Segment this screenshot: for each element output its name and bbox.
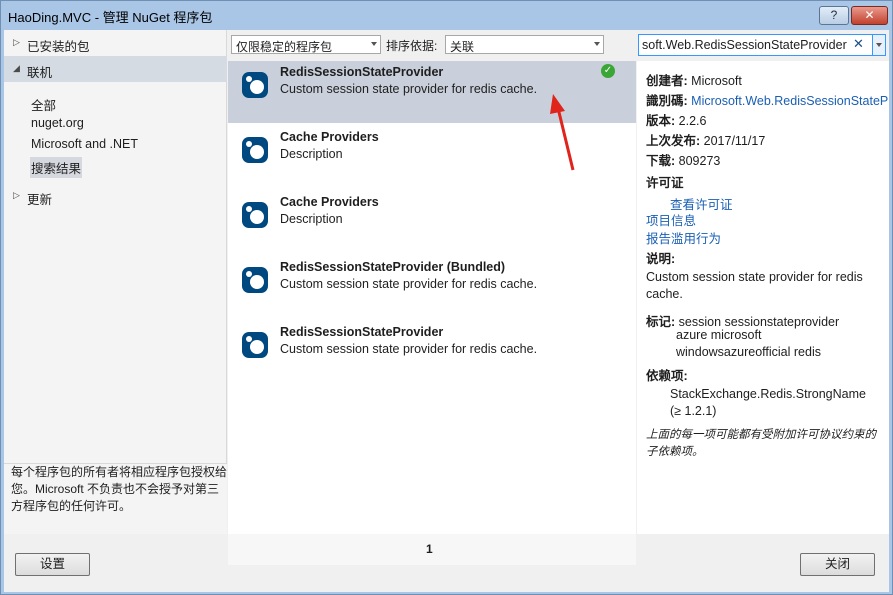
tags-line: windowsazureofficial redis [676, 345, 821, 359]
section-heading: 说明: [646, 252, 676, 266]
package-name: Cache Providers [280, 195, 379, 209]
tags-line: session sessionstateprovider [678, 315, 840, 329]
detail-label: 識別碼: [646, 94, 688, 108]
section-heading: 依赖项: [646, 369, 688, 383]
collapse-arrow-icon[interactable]: ◢ [13, 63, 20, 74]
page-number[interactable]: 1 [426, 542, 433, 556]
package-description: Custom session state provider for redis … [280, 277, 538, 291]
sidebar-item-microsoft-dotnet[interactable]: Microsoft and .NET [30, 136, 139, 152]
package-description: Description [280, 212, 343, 226]
window-title: HaoDing.MVC - 管理 NuGet 程序包 [8, 10, 213, 25]
sidebar-item-online[interactable]: ◢ 联机 [4, 56, 227, 82]
sidebar: ▷ 已安装的包 ◢ 联机 全部 nuget.org Microsoft and … [4, 30, 227, 534]
tags-line: azure microsoft [676, 328, 762, 342]
detail-label: 标记: [646, 315, 676, 329]
package-icon [242, 202, 268, 228]
detail-published: 上次发布: 2017/11/17 [646, 130, 765, 149]
dependencies-heading: 依赖项: [646, 365, 688, 384]
expand-arrow-icon[interactable]: ▷ [13, 190, 20, 201]
dropdown-arrow-icon [371, 42, 377, 46]
project-info-link[interactable]: 项目信息 [646, 210, 696, 229]
sidebar-item-all[interactable]: 全部 [30, 94, 57, 115]
detail-author: 创建者: Microsoft [646, 70, 742, 89]
package-row[interactable]: Cache Providers Description [228, 126, 636, 188]
dependency-footnote: 上面的每一项可能都有受附加许可协议约束的子依赖项。 [646, 429, 876, 458]
detail-label: 创建者: [646, 74, 688, 88]
sidebar-item-label: 联机 [27, 66, 53, 80]
filter-select-value: 仅限稳定的程序包 [236, 40, 333, 54]
package-row[interactable]: Cache Providers Description [228, 191, 636, 253]
stability-filter-select[interactable]: 仅限稳定的程序包 [231, 35, 381, 54]
package-icon [242, 332, 268, 358]
detail-value: 2017/11/17 [703, 134, 766, 148]
package-name: Cache Providers [280, 130, 379, 144]
clear-search-icon[interactable]: ✕ [853, 36, 864, 52]
package-details-pane: 创建者: Microsoft 識別碼: Microsoft.Web.RedisS… [637, 61, 889, 534]
search-input[interactable]: soft.Web.RedisSessionStateProvider [638, 34, 873, 56]
detail-value: Microsoft [691, 74, 742, 88]
detail-id: 識別碼: Microsoft.Web.RedisSessionStateProv… [646, 90, 889, 109]
section-heading: 许可证 [646, 176, 684, 190]
package-row[interactable]: RedisSessionStateProvider Custom session… [228, 61, 636, 123]
sidebar-item-search-results[interactable]: 搜索结果 [30, 157, 83, 178]
package-row[interactable]: RedisSessionStateProvider Custom session… [228, 321, 636, 383]
expand-arrow-icon[interactable]: ▷ [13, 37, 20, 48]
package-id-link[interactable]: Microsoft.Web.RedisSessionStateProvider [691, 94, 889, 108]
sidebar-item-label: 已安装的包 [27, 40, 90, 54]
sidebar-item-nuget-org[interactable]: nuget.org [30, 115, 85, 131]
dialog-client-area: ▷ 已安装的包 ◢ 联机 全部 nuget.org Microsoft and … [4, 30, 889, 592]
detail-version: 版本: 2.2.6 [646, 110, 706, 129]
installed-check-icon: ✓ [601, 64, 615, 78]
package-name: RedisSessionStateProvider [280, 325, 444, 339]
help-button[interactable]: ? [819, 6, 849, 25]
package-icon [242, 267, 268, 293]
pager: 1 [228, 534, 636, 565]
title-bar[interactable]: HaoDing.MVC - 管理 NuGet 程序包 ? ✕ [1, 1, 892, 30]
package-description-full: Custom session state provider for redis … [646, 270, 863, 301]
sidebar-item-updates[interactable]: ▷ 更新 [4, 183, 227, 209]
package-description: Custom session state provider for redis … [280, 342, 538, 356]
detail-label: 下载: [646, 154, 676, 168]
description-heading: 说明: [646, 248, 675, 267]
package-icon [242, 72, 268, 98]
sort-label: 排序依据: [386, 39, 438, 53]
package-icon [242, 137, 268, 163]
package-name: RedisSessionStateProvider (Bundled) [280, 260, 506, 274]
package-row[interactable]: RedisSessionStateProvider (Bundled) Cust… [228, 256, 636, 318]
sidebar-item-installed[interactable]: ▷ 已安装的包 [4, 30, 227, 56]
report-abuse-link[interactable]: 报告滥用行为 [646, 228, 721, 247]
sidebar-item-label: 更新 [27, 193, 53, 207]
dropdown-arrow-icon [876, 43, 882, 47]
dropdown-arrow-icon [594, 42, 600, 46]
license-note: 每个程序包的所有者将相应程序包授权给您。Microsoft 不负责也不会授予对第… [4, 463, 227, 534]
package-name: RedisSessionStateProvider [280, 65, 444, 79]
window-close-button[interactable]: ✕ [851, 6, 888, 25]
license-heading: 许可证 [646, 172, 684, 191]
detail-value: 809273 [678, 154, 721, 168]
dependency-name: StackExchange.Redis.StrongName [670, 387, 866, 401]
detail-downloads: 下载: 809273 [646, 150, 720, 169]
package-description: Description [280, 147, 343, 161]
close-button[interactable]: 关闭 [800, 553, 875, 576]
nuget-dialog-window: HaoDing.MVC - 管理 NuGet 程序包 ? ✕ ▷ 已安装的包 ◢… [0, 0, 893, 595]
detail-label: 版本: [646, 114, 676, 128]
package-description: Custom session state provider for redis … [280, 82, 538, 96]
sort-select-value: 关联 [450, 40, 475, 54]
detail-label: 上次发布: [646, 134, 701, 148]
settings-button[interactable]: 设置 [15, 553, 90, 576]
search-dropdown-button[interactable] [872, 34, 886, 56]
package-results-list: RedisSessionStateProvider Custom session… [228, 61, 636, 565]
sort-select[interactable]: 关联 [445, 35, 604, 54]
detail-value: 2.2.6 [678, 114, 707, 128]
dependency-version: (≥ 1.2.1) [670, 404, 717, 418]
